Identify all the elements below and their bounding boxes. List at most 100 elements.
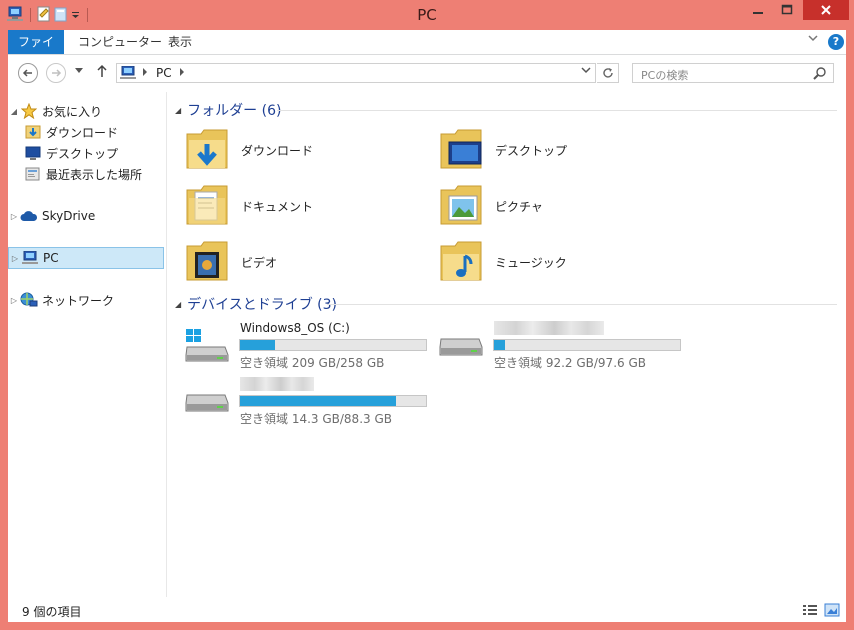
downloads-folder-icon (185, 126, 229, 175)
search-box[interactable]: PCの検索 (632, 63, 834, 83)
cloud-icon (20, 208, 38, 224)
nav-item-label: ダウンロード (46, 125, 119, 140)
status-bar: 9 個の項目 (8, 597, 846, 622)
search-icon[interactable] (813, 66, 827, 83)
folder-label: ドキュメント (241, 199, 314, 214)
large-icons-view-icon[interactable] (824, 603, 840, 620)
nav-item-pc[interactable]: ▷ PC (8, 247, 164, 269)
nav-item-network[interactable]: ▷ ネットワーク (8, 290, 114, 310)
up-button[interactable] (96, 64, 108, 82)
details-view-icon[interactable] (802, 603, 818, 620)
music-folder-icon (439, 238, 483, 287)
expanded-arrow-icon: ◢ (175, 105, 182, 115)
hard-drive-icon (185, 385, 229, 422)
chevron-down-icon[interactable] (581, 66, 591, 77)
network-icon (20, 292, 38, 308)
nav-item-recent-places[interactable]: 最近表示した場所 (24, 164, 142, 184)
collapsed-arrow-icon[interactable]: ▷ (9, 254, 21, 263)
nav-item-label: PC (43, 251, 59, 265)
close-button[interactable] (803, 0, 849, 20)
drive-usage-bar (239, 339, 427, 351)
chevron-right-icon[interactable] (179, 67, 185, 80)
back-button[interactable] (18, 63, 38, 83)
close-icon (821, 5, 831, 15)
nav-item-label: SkyDrive (42, 209, 96, 223)
videos-folder-icon (185, 238, 229, 287)
tab-view[interactable]: 表示 (158, 30, 202, 54)
item-count: 9 個の項目 (22, 605, 82, 619)
nav-item-favorites[interactable]: ◢ お気に入り (8, 101, 102, 121)
folder-downloads[interactable]: ダウンロード (185, 124, 425, 176)
ribbon-tabs: ファイル コンピューター 表示 ? (8, 30, 846, 73)
arrow-left-icon (22, 69, 32, 77)
navigation-pane: ◢ お気に入り ダウンロード デスクトップ 最近表示した場所 ▷ SkyDriv… (8, 92, 167, 597)
hard-drive-icon (439, 329, 483, 366)
expanded-arrow-icon[interactable]: ◢ (8, 107, 20, 116)
documents-folder-icon (185, 182, 229, 231)
folder-desktop[interactable]: デスクトップ (439, 124, 679, 176)
pc-icon (21, 250, 39, 266)
window-title: PC (417, 6, 437, 24)
folder-music[interactable]: ミュージック (439, 236, 679, 288)
drive-name-redacted (494, 321, 604, 338)
address-bar[interactable]: PC (116, 63, 596, 83)
desktop-icon (24, 145, 42, 161)
nav-item-label: 最近表示した場所 (46, 167, 143, 182)
star-icon (20, 103, 38, 119)
folder-documents[interactable]: ドキュメント (185, 180, 425, 232)
folder-pictures[interactable]: ピクチャ (439, 180, 679, 232)
group-label: デバイスとドライブ (3) (187, 297, 338, 313)
nav-item-label: ネットワーク (42, 293, 115, 308)
refresh-icon (602, 68, 613, 78)
title-bar: PC (0, 0, 854, 30)
folder-label: ビデオ (241, 255, 278, 270)
content-pane: ◢ フォルダー (6) ダウンロード デスクトップ ドキュメント ピクチャ ビデ… (167, 92, 846, 597)
group-header-folders[interactable]: ◢ フォルダー (6) (175, 100, 281, 120)
nav-item-label: デスクトップ (46, 146, 119, 161)
folder-label: デスクトップ (495, 143, 568, 158)
drive-3[interactable]: 空き領域 14.3 GB/88.3 GB (185, 377, 435, 435)
chevron-right-icon[interactable] (142, 67, 148, 80)
tab-file[interactable]: ファイル (8, 30, 64, 73)
drive-name-redacted (240, 377, 314, 394)
tab-computer[interactable]: コンピューター (68, 30, 172, 54)
group-label: フォルダー (6) (187, 103, 282, 119)
drive-usage-bar (239, 395, 427, 407)
group-header-drives[interactable]: ◢ デバイスとドライブ (3) (175, 294, 337, 314)
arrow-right-icon (52, 69, 62, 77)
chevron-down-icon[interactable] (808, 34, 818, 45)
nav-item-downloads[interactable]: ダウンロード (24, 122, 118, 142)
recent-places-icon (24, 166, 42, 182)
drive-free-space: 空き領域 14.3 GB/88.3 GB (240, 412, 392, 426)
pc-icon (119, 65, 137, 83)
refresh-button[interactable] (597, 63, 619, 83)
minimize-button[interactable] (745, 0, 771, 20)
navigation-bar: PC PCの検索 (8, 55, 846, 92)
drive-usage-fill (494, 340, 506, 350)
folder-label: ダウンロード (241, 143, 314, 158)
address-location[interactable]: PC (156, 66, 172, 80)
drive-usage-fill (240, 396, 397, 406)
desktop-folder-icon (439, 126, 483, 175)
drive-2[interactable]: 空き領域 92.2 GB/97.6 GB (439, 321, 689, 379)
expanded-arrow-icon: ◢ (175, 299, 182, 309)
forward-button[interactable] (46, 63, 66, 83)
nav-item-desktop[interactable]: デスクトップ (24, 143, 118, 163)
search-input[interactable]: PCの検索 (641, 67, 688, 83)
help-icon[interactable]: ? (828, 34, 844, 50)
drive-c[interactable]: Windows8_OS (C:) 空き領域 209 GB/258 GB (185, 321, 435, 379)
maximize-button[interactable] (774, 0, 800, 20)
pictures-folder-icon (439, 182, 483, 231)
windows-drive-icon (185, 329, 229, 366)
collapsed-arrow-icon[interactable]: ▷ (8, 212, 20, 221)
nav-item-skydrive[interactable]: ▷ SkyDrive (8, 206, 95, 226)
arrow-up-icon (97, 64, 107, 77)
group-divider (277, 110, 837, 111)
folder-videos[interactable]: ビデオ (185, 236, 425, 288)
group-divider (327, 304, 837, 305)
collapsed-arrow-icon[interactable]: ▷ (8, 296, 20, 305)
recent-locations-icon[interactable] (75, 67, 84, 77)
nav-item-label: お気に入り (42, 104, 103, 119)
downloads-folder-icon (24, 124, 42, 140)
explorer-window: PC ファイル コンピューター 表示 ? (0, 0, 854, 630)
